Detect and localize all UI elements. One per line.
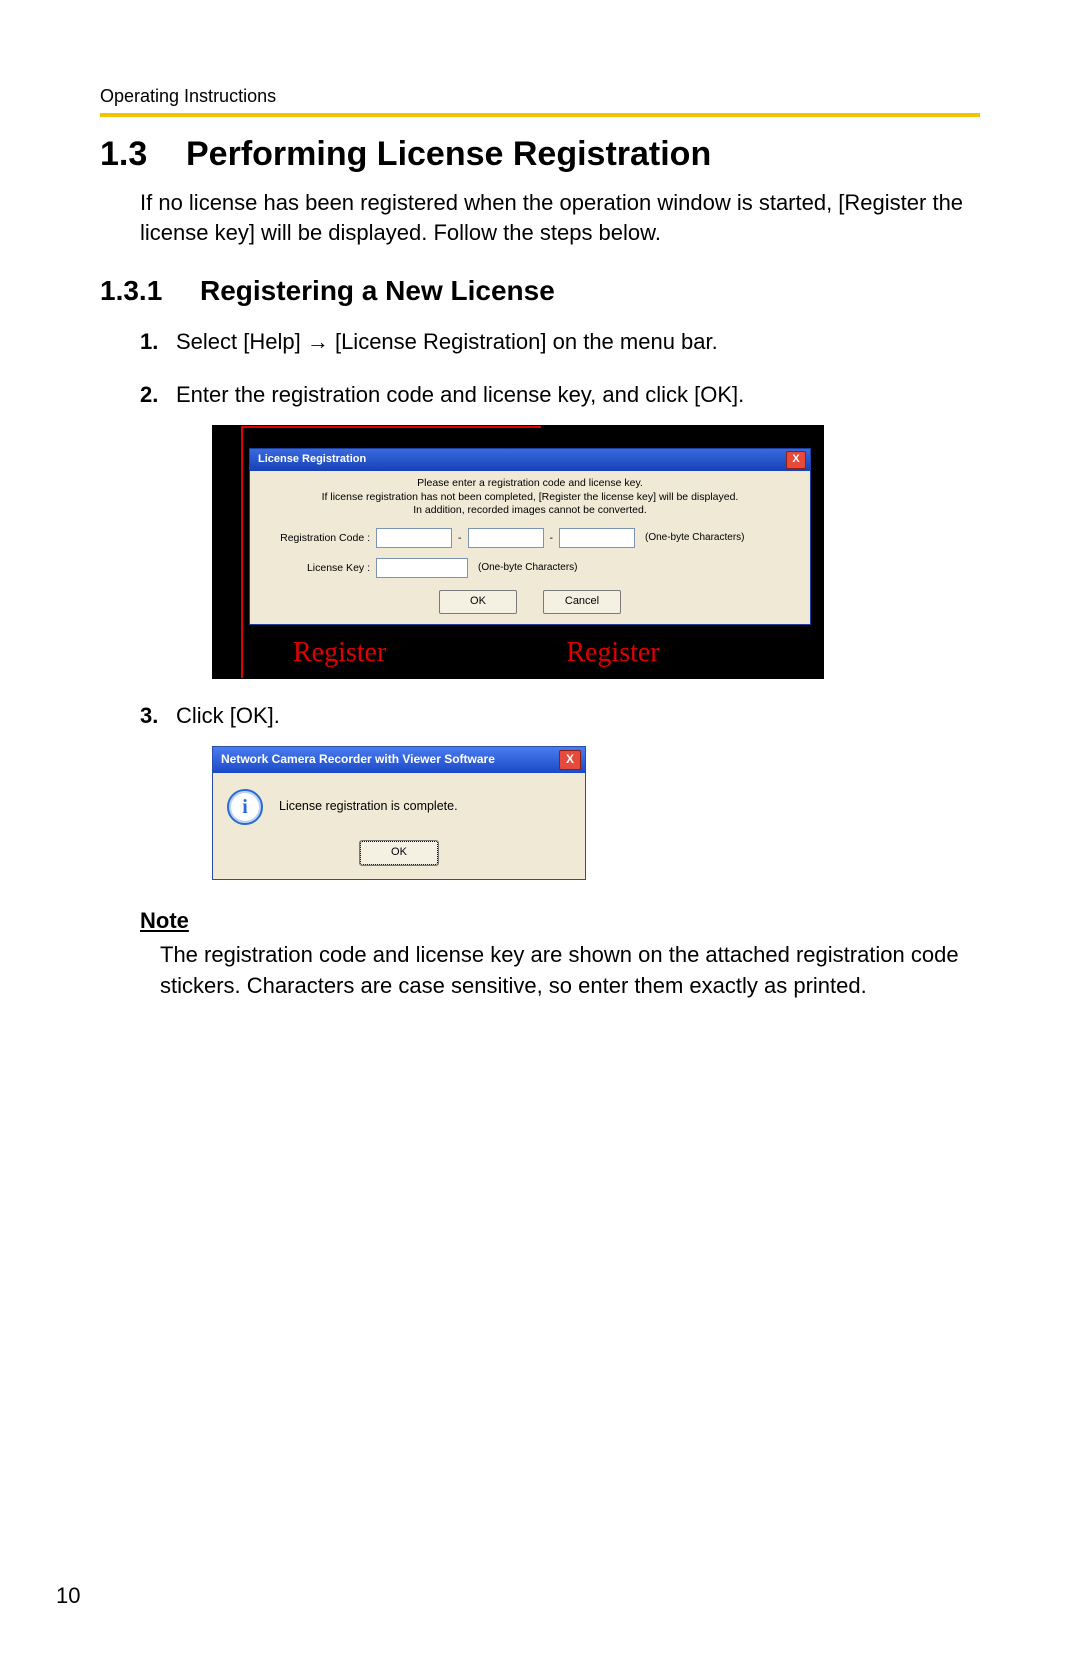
step-3: 3. Click [OK]. Network Camera Recorder w… <box>140 701 980 880</box>
license-key-input[interactable] <box>376 558 468 578</box>
step-number: 2. <box>140 380 158 411</box>
step-text-post: [License Registration] on the menu bar. <box>329 329 718 354</box>
arrow-icon: → <box>307 329 329 354</box>
dialog-title: Network Camera Recorder with Viewer Soft… <box>221 751 559 768</box>
subsection-number: 1.3.1 <box>100 275 200 307</box>
section-intro-paragraph: If no license has been registered when t… <box>140 188 980 247</box>
section-heading: 1.3Performing License Registration <box>100 135 980 174</box>
dialog-button-row: OK <box>227 841 571 865</box>
dialog-titlebar[interactable]: License Registration X <box>250 449 810 471</box>
one-byte-hint: (One-byte Characters) <box>478 561 577 575</box>
screenshot-confirmation-dialog: Network Camera Recorder with Viewer Soft… <box>212 746 586 880</box>
running-header: Operating Instructions <box>100 86 980 107</box>
section-number: 1.3 <box>100 135 186 174</box>
step-1: 1. Select [Help] → [License Registration… <box>140 327 980 358</box>
step-number: 1. <box>140 327 158 358</box>
one-byte-hint: (One-byte Characters) <box>645 531 744 545</box>
step-text: Click [OK]. <box>176 703 280 728</box>
note-paragraph: The registration code and license key ar… <box>160 940 980 1002</box>
step-text: Enter the registration code and license … <box>176 382 744 407</box>
page-number: 10 <box>56 1583 80 1609</box>
step-list: 1. Select [Help] → [License Registration… <box>140 327 980 880</box>
step-2: 2. Enter the registration code and licen… <box>140 380 980 679</box>
section-title: Performing License Registration <box>186 135 711 173</box>
license-key-label: License Key : <box>260 561 376 576</box>
license-registration-dialog: License Registration X Please enter a re… <box>249 448 811 625</box>
annotation-register-left: Register <box>293 633 386 672</box>
dialog-body: Please enter a registration code and lic… <box>250 471 810 624</box>
note-heading: Note <box>140 908 980 934</box>
annotation-line <box>241 426 243 678</box>
screenshot-license-registration-dialog: License Registration X Please enter a re… <box>212 425 824 679</box>
dialog-button-row: OK Cancel <box>260 590 800 614</box>
registration-code-label: Registration Code : <box>260 531 376 546</box>
message-row: i License registration is complete. <box>227 789 571 825</box>
confirmation-message: License registration is complete. <box>279 798 458 816</box>
registration-code-input-1[interactable] <box>376 528 452 548</box>
step-text-pre: Select [Help] <box>176 329 307 354</box>
cancel-button[interactable]: Cancel <box>543 590 621 614</box>
field-separator: - <box>550 531 554 546</box>
close-icon[interactable]: X <box>786 451 806 469</box>
header-divider <box>100 113 980 117</box>
annotation-text-row: Register Register <box>213 625 823 672</box>
dialog-instruction-2: If license registration has not been com… <box>260 491 800 505</box>
license-key-row: License Key : (One-byte Characters) <box>260 558 800 578</box>
dialog-instruction-1: Please enter a registration code and lic… <box>260 477 800 491</box>
registration-code-row: Registration Code : - - (One-byte Charac… <box>260 528 800 548</box>
close-icon[interactable]: X <box>559 750 581 770</box>
dialog-title: License Registration <box>258 452 786 467</box>
annotation-register-right: Register <box>566 633 659 672</box>
subsection-title: Registering a New License <box>200 275 555 306</box>
dialog-body: i License registration is complete. OK <box>213 773 585 879</box>
document-page: Operating Instructions 1.3Performing Lic… <box>0 0 1080 1669</box>
registration-code-input-3[interactable] <box>559 528 635 548</box>
screenshot-background: License Registration X Please enter a re… <box>213 426 823 678</box>
registration-code-input-2[interactable] <box>468 528 544 548</box>
field-separator: - <box>458 531 462 546</box>
dialog-titlebar[interactable]: Network Camera Recorder with Viewer Soft… <box>213 747 585 773</box>
annotation-line <box>241 426 541 428</box>
ok-button[interactable]: OK <box>360 841 438 865</box>
ok-button[interactable]: OK <box>439 590 517 614</box>
dialog-instruction-3: In addition, recorded images cannot be c… <box>260 504 800 518</box>
step-number: 3. <box>140 701 158 732</box>
subsection-heading: 1.3.1Registering a New License <box>100 275 980 307</box>
info-icon: i <box>227 789 263 825</box>
